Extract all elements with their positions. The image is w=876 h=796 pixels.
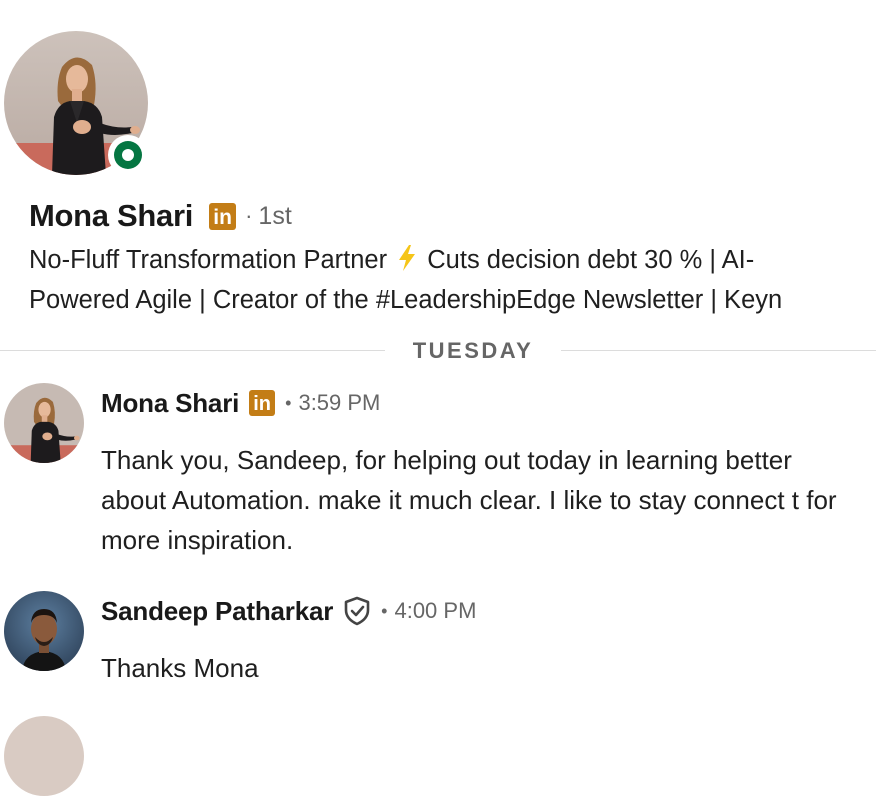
divider-line-right xyxy=(561,350,876,351)
connection-degree: 1st xyxy=(258,201,292,230)
online-status-badge xyxy=(108,135,148,175)
verified-shield-icon xyxy=(344,596,370,626)
message-avatar-mona[interactable] xyxy=(4,383,84,463)
day-divider-label: TUESDAY xyxy=(412,338,534,363)
profile-photo-icon xyxy=(4,383,84,463)
separator-dot: • xyxy=(285,392,292,413)
message-header: Sandeep Patharkar • 4:00 PM xyxy=(101,591,476,631)
profile-name[interactable]: Mona Shari xyxy=(29,198,193,234)
headline-part-2: Cuts decision debt 30 % | AI- xyxy=(420,246,755,274)
profile-name-row: Mona Shari in · 1st xyxy=(29,196,292,236)
online-status-icon xyxy=(114,141,142,169)
sender-name[interactable]: Sandeep Patharkar xyxy=(101,596,333,627)
message-time: 3:59 PM xyxy=(298,390,381,415)
divider-line-left xyxy=(0,350,385,351)
headline-part-1: No-Fluff Transformation Partner xyxy=(29,246,395,274)
message-avatar-sandeep[interactable] xyxy=(4,591,84,671)
message-time: 4:00 PM xyxy=(394,598,477,623)
sender-name[interactable]: Mona Shari xyxy=(101,388,239,419)
profile-photo-icon xyxy=(4,591,84,671)
message-header: Mona Shari in • 3:59 PM xyxy=(101,383,380,423)
headline-line-2: Powered Agile | Creator of the #Leadersh… xyxy=(29,286,783,314)
message-text: Thanks Mona xyxy=(101,653,259,683)
profile-headline: No-Fluff Transformation Partner Cuts dec… xyxy=(29,240,876,320)
lightning-bolt-icon xyxy=(399,245,416,271)
separator-dot: · xyxy=(245,203,253,228)
next-message-avatar[interactable] xyxy=(4,716,84,796)
premium-badge-icon: in xyxy=(209,202,237,230)
separator-dot: • xyxy=(381,600,388,621)
day-divider: TUESDAY xyxy=(0,336,876,366)
premium-badge-icon: in xyxy=(249,390,276,416)
message-text: Thank you, Sandeep, for helping out toda… xyxy=(101,445,837,555)
